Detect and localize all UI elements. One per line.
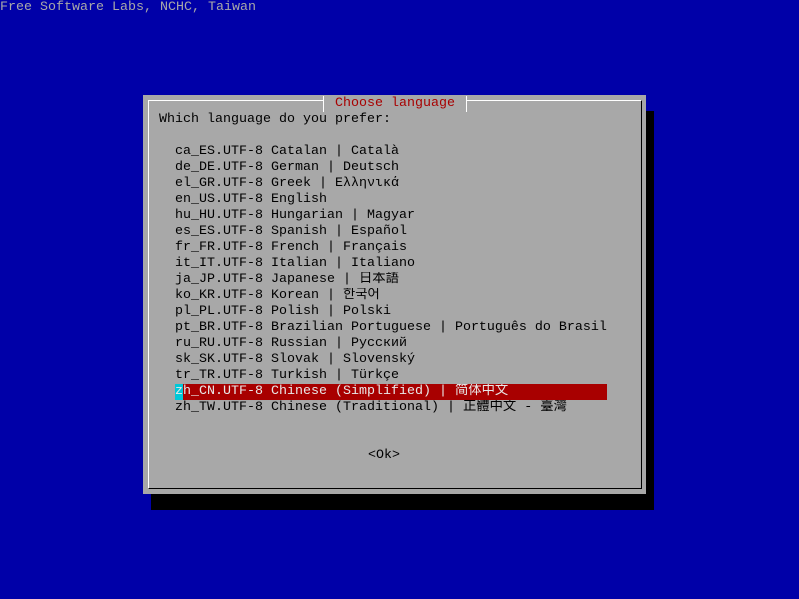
menu-item-description: Spanish | Español [270, 224, 407, 239]
menu-item-ru-ru-utf-8[interactable]: ru_RU.UTF-8 Russian | Русский [175, 336, 607, 352]
menu-item-description: Korean | 한국어 [270, 288, 380, 303]
dialog-title: Choose language [323, 96, 467, 112]
menu-item-tag: hu_HU.UTF-8 [175, 208, 263, 223]
menu-item-description: Italian | Italiano [270, 256, 415, 271]
menu-item-tag: pl_PL.UTF-8 [175, 304, 263, 319]
menu-item-tag: tr_TR.UTF-8 [175, 368, 263, 383]
ok-button[interactable]: <Ok> [368, 448, 400, 464]
menu-item-zh-tw-utf-8[interactable]: zh_TW.UTF-8 Chinese (Traditional) | 正體中文 … [175, 400, 607, 416]
menu-item-el-gr-utf-8[interactable]: el_GR.UTF-8 Greek | Ελληνικά [175, 176, 607, 192]
menu-item-tag: de_DE.UTF-8 [175, 160, 263, 175]
menu-item-tag: sk_SK.UTF-8 [175, 352, 263, 367]
menu-item-description: Greek | Ελληνικά [270, 176, 399, 191]
menu-item-ja-jp-utf-8[interactable]: ja_JP.UTF-8 Japanese | 日本語 [175, 272, 607, 288]
menu-item-tag: el_GR.UTF-8 [175, 176, 263, 191]
menu-item-description: German | Deutsch [270, 160, 399, 175]
menu-item-tag: ja_JP.UTF-8 [175, 272, 263, 287]
menu-item-description: English [270, 192, 327, 207]
menu-item-description: Chinese (Simplified) | 简体中文 [270, 384, 509, 399]
banner-text: Free Software Labs, NCHC, Taiwan [0, 0, 256, 15]
menu-item-tag: zh_TW.UTF-8 [175, 400, 263, 415]
language-menu[interactable]: ca_ES.UTF-8 Catalan | Català de_DE.UTF-8 Ge… [175, 144, 607, 416]
dialog-prompt: Which language do you prefer: [159, 112, 391, 127]
menu-item-description: Hungarian | Magyar [270, 208, 415, 223]
menu-item-tr-tr-utf-8[interactable]: tr_TR.UTF-8 Turkish | Türkçe [175, 368, 607, 384]
menu-item-tag: pt_BR.UTF-8 [175, 320, 263, 335]
menu-item-ko-kr-utf-8[interactable]: ko_KR.UTF-8 Korean | 한국어 [175, 288, 607, 304]
menu-item-description: Catalan | Català [270, 144, 399, 159]
menu-item-description: Japanese | 日本語 [270, 272, 399, 287]
menu-item-description: Brazilian Portuguese | Português do Bras… [270, 320, 607, 335]
menu-item-en-us-utf-8[interactable]: en_US.UTF-8 English [175, 192, 607, 208]
menu-item-fr-fr-utf-8[interactable]: fr_FR.UTF-8 French | Français [175, 240, 607, 256]
menu-item-tag: ca_ES.UTF-8 [175, 144, 263, 159]
menu-item-tag: en_US.UTF-8 [175, 192, 263, 207]
menu-item-tag: zh_CN.UTF-8 [175, 384, 263, 399]
menu-item-description: French | Français [270, 240, 407, 255]
menu-item-hu-hu-utf-8[interactable]: hu_HU.UTF-8 Hungarian | Magyar [175, 208, 607, 224]
menu-item-description: Turkish | Türkçe [270, 368, 399, 383]
menu-item-tag: fr_FR.UTF-8 [175, 240, 263, 255]
menu-item-description: Polish | Polski [270, 304, 391, 319]
menu-item-es-es-utf-8[interactable]: es_ES.UTF-8 Spanish | Español [175, 224, 607, 240]
menu-item-pl-pl-utf-8[interactable]: pl_PL.UTF-8 Polish | Polski [175, 304, 607, 320]
menu-item-tag: es_ES.UTF-8 [175, 224, 263, 239]
menu-item-zh-cn-utf-8[interactable]: zh_CN.UTF-8 Chinese (Simplified) | 简体中文 [175, 384, 607, 400]
menu-item-description: Slovak | Slovenský [270, 352, 415, 367]
menu-item-description: Chinese (Traditional) | 正體中文 - 臺灣 [270, 400, 567, 415]
menu-item-tag: it_IT.UTF-8 [175, 256, 263, 271]
menu-item-it-it-utf-8[interactable]: it_IT.UTF-8 Italian | Italiano [175, 256, 607, 272]
menu-item-pt-br-utf-8[interactable]: pt_BR.UTF-8 Brazilian Portuguese | Portug… [175, 320, 607, 336]
menu-item-ca-es-utf-8[interactable]: ca_ES.UTF-8 Catalan | Català [175, 144, 607, 160]
menu-item-tag: ko_KR.UTF-8 [175, 288, 263, 303]
menu-item-description: Russian | Русский [270, 336, 407, 351]
menu-item-de-de-utf-8[interactable]: de_DE.UTF-8 German | Deutsch [175, 160, 607, 176]
menu-item-sk-sk-utf-8[interactable]: sk_SK.UTF-8 Slovak | Slovenský [175, 352, 607, 368]
menu-item-tag: ru_RU.UTF-8 [175, 336, 263, 351]
